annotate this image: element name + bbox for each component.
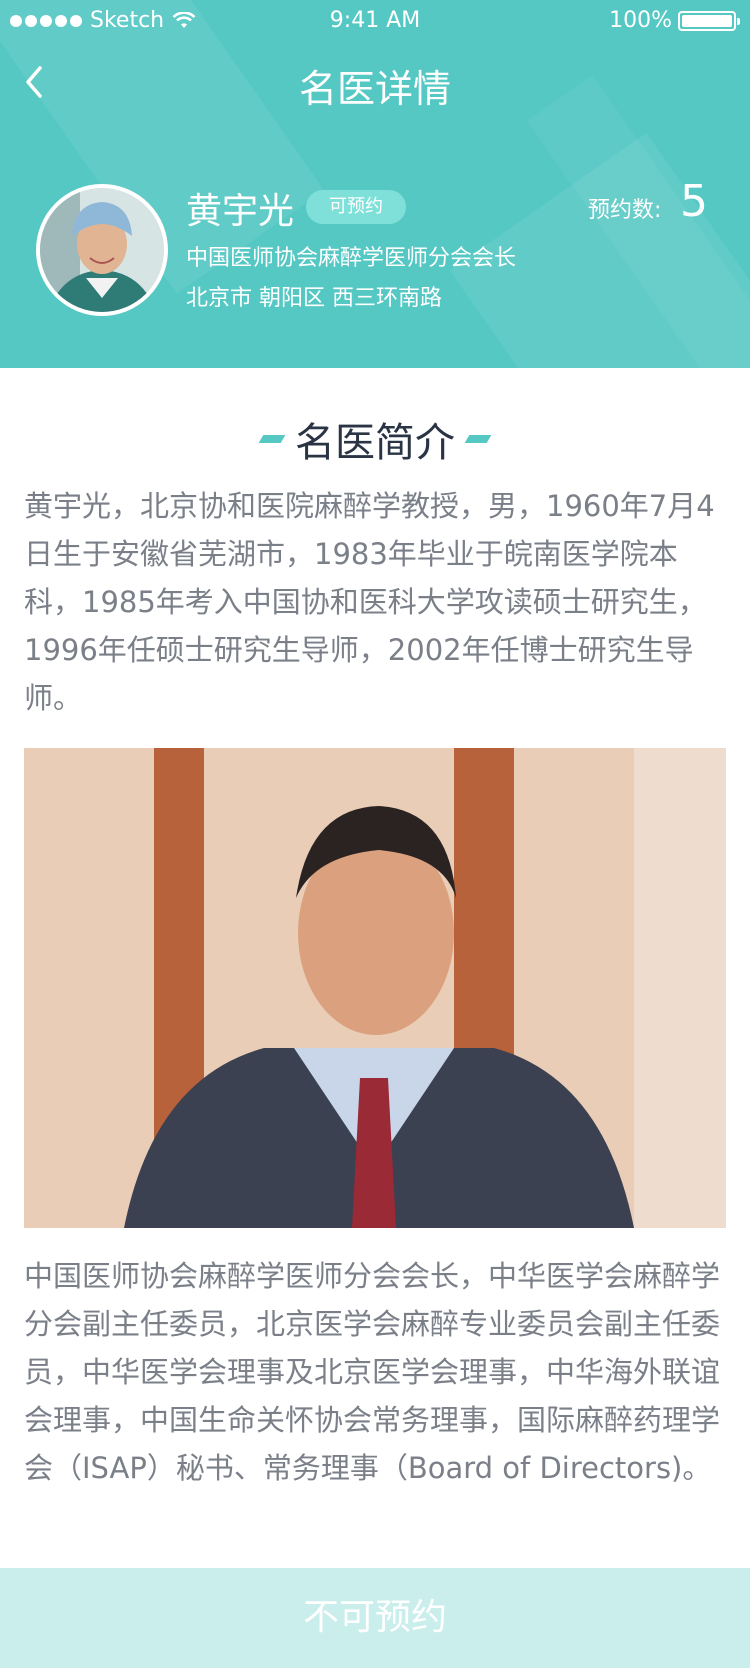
page-title: 名医详情 [298,67,451,111]
battery-icon [678,10,740,31]
intro-text: 黄宇光，北京协和医院麻醉学教授，男，1960年7月4日生于安徽省芜湖市，1983… [24,489,715,715]
doctor-portrait-image [24,748,726,1228]
appointment-count: 5 [680,176,708,227]
description-text: 中国医师协会麻醉学医师分会会长，中华医学会麻醉学分会副主任委员，北京医学会麻醉专… [24,1259,721,1485]
header: Sketch 9:41 AM 100% 名医详情 黄宇光 可预约 预约数: 5 … [0,0,750,368]
doctor-avatar-image [40,188,164,312]
title-dash-right [464,435,492,443]
section-title-text: 名医简介 [295,420,455,466]
doctor-photo [24,748,726,1228]
title-dash-left [258,435,286,443]
appointment-count-label: 预约数: [588,198,662,223]
doctor-avatar [36,184,168,316]
doctor-position: 中国医师协会麻醉学医师分会会长 [186,246,517,271]
status-badge: 可预约 [306,190,406,224]
doctor-address: 北京市 朝阳区 西三环南路 [186,286,442,311]
section-title: 名医简介 [0,410,750,468]
status-bar: Sketch 9:41 AM 100% [0,0,750,40]
battery-group: 100% [609,8,740,33]
battery-level [682,14,732,27]
doctor-name: 黄宇光 [186,191,295,232]
battery-percent: 100% [609,8,672,33]
book-appointment-button[interactable]: 不可预约 [0,1568,750,1668]
